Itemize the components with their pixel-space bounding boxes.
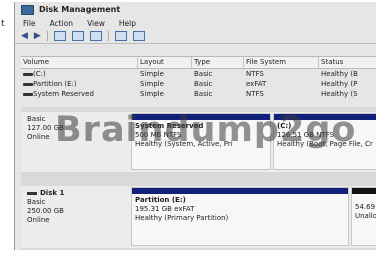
volume-file-system: exFAT [246,80,267,88]
volume-file-system: NTFS [246,90,264,98]
volume-type: Basic [194,70,213,78]
title-bar: Disk Management [15,2,376,17]
volume-icon [23,83,33,86]
settings-icon[interactable] [132,31,145,41]
stray-text: t [1,19,5,29]
unallocated-space[interactable]: 54.69 GB Unalloc [351,187,376,246]
volume-layout: Simple [140,80,164,88]
disk-1-name: Disk 1 [40,189,65,197]
volume-type: Basic [194,80,213,88]
volume-status: Healthy (B [321,70,358,78]
forward-arrow-icon[interactable]: ▶ [34,31,41,41]
disk-management-icon [21,4,34,15]
table-row[interactable]: System Reserved Simple Basic NTFS Health… [21,89,376,99]
volume-icon [23,93,33,96]
volume-name: (C:) [33,70,46,78]
column-type[interactable]: Type [192,57,244,68]
volume-status: Healthy (P [321,80,358,88]
disk-management-window: Disk Management File Action View Help ◀ … [14,2,376,250]
menu-file[interactable]: File [23,19,36,28]
volume-type: Basic [194,90,213,98]
toolbar-separator [46,31,48,41]
volume-table-header: Volume Layout Type File System Status [21,56,376,69]
volume-layout: Simple [140,70,164,78]
disk-1-row: Disk 1 Basic 250.00 GB Online Partition … [21,186,376,248]
watermark: Braindump2go [55,110,357,150]
partition-size: 195.31 GB exFAT [135,205,195,213]
table-row[interactable]: Partition (E:) Simple Basic exFAT Health… [21,79,376,89]
partition-e[interactable]: Partition (E:) 195.31 GB exFAT Healthy (… [131,187,349,246]
help-icon[interactable] [89,31,102,41]
toolbar-separator [107,31,109,41]
volume-name: Partition (E:) [33,80,77,88]
back-arrow-icon[interactable]: ◀ [21,31,28,41]
partition-status: Healthy (Primary Partition) [135,214,229,222]
disk-1-status: Online [27,216,50,224]
column-layout[interactable]: Layout [138,57,192,68]
unallocated-size: 54.69 GB [355,203,376,211]
volume-icon [23,73,33,76]
table-row[interactable]: (C:) Simple Basic NTFS Healthy (B [21,69,376,79]
column-file-system[interactable]: File System [244,57,319,68]
menu-help[interactable]: Help [119,19,136,28]
console-icon[interactable] [53,31,66,41]
properties-icon[interactable] [71,31,84,41]
volume-table: Volume Layout Type File System Status (C… [21,56,376,99]
disk-list-icon[interactable] [114,31,127,41]
volume-file-system: NTFS [246,70,264,78]
menu-bar: File Action View Help [15,17,376,29]
menu-action[interactable]: Action [50,19,74,28]
disk-1-label[interactable]: Disk 1 Basic 250.00 GB Online [27,189,112,225]
toolbar: ◀ ▶ [15,29,376,44]
column-status[interactable]: Status [319,57,376,68]
disk-icon [27,192,37,195]
window-title: Disk Management [39,5,121,14]
column-volume[interactable]: Volume [21,57,138,68]
volume-status: Healthy (S [321,90,358,98]
disk-1-size: 250.00 GB [27,207,64,215]
unallocated-status: Unalloc [355,212,376,220]
menu-view[interactable]: View [87,19,105,28]
disk-1-type: Basic [27,198,46,206]
volume-layout: Simple [140,90,164,98]
partition-name: Partition (E:) [135,196,186,204]
volume-name: System Reserved [33,90,94,98]
